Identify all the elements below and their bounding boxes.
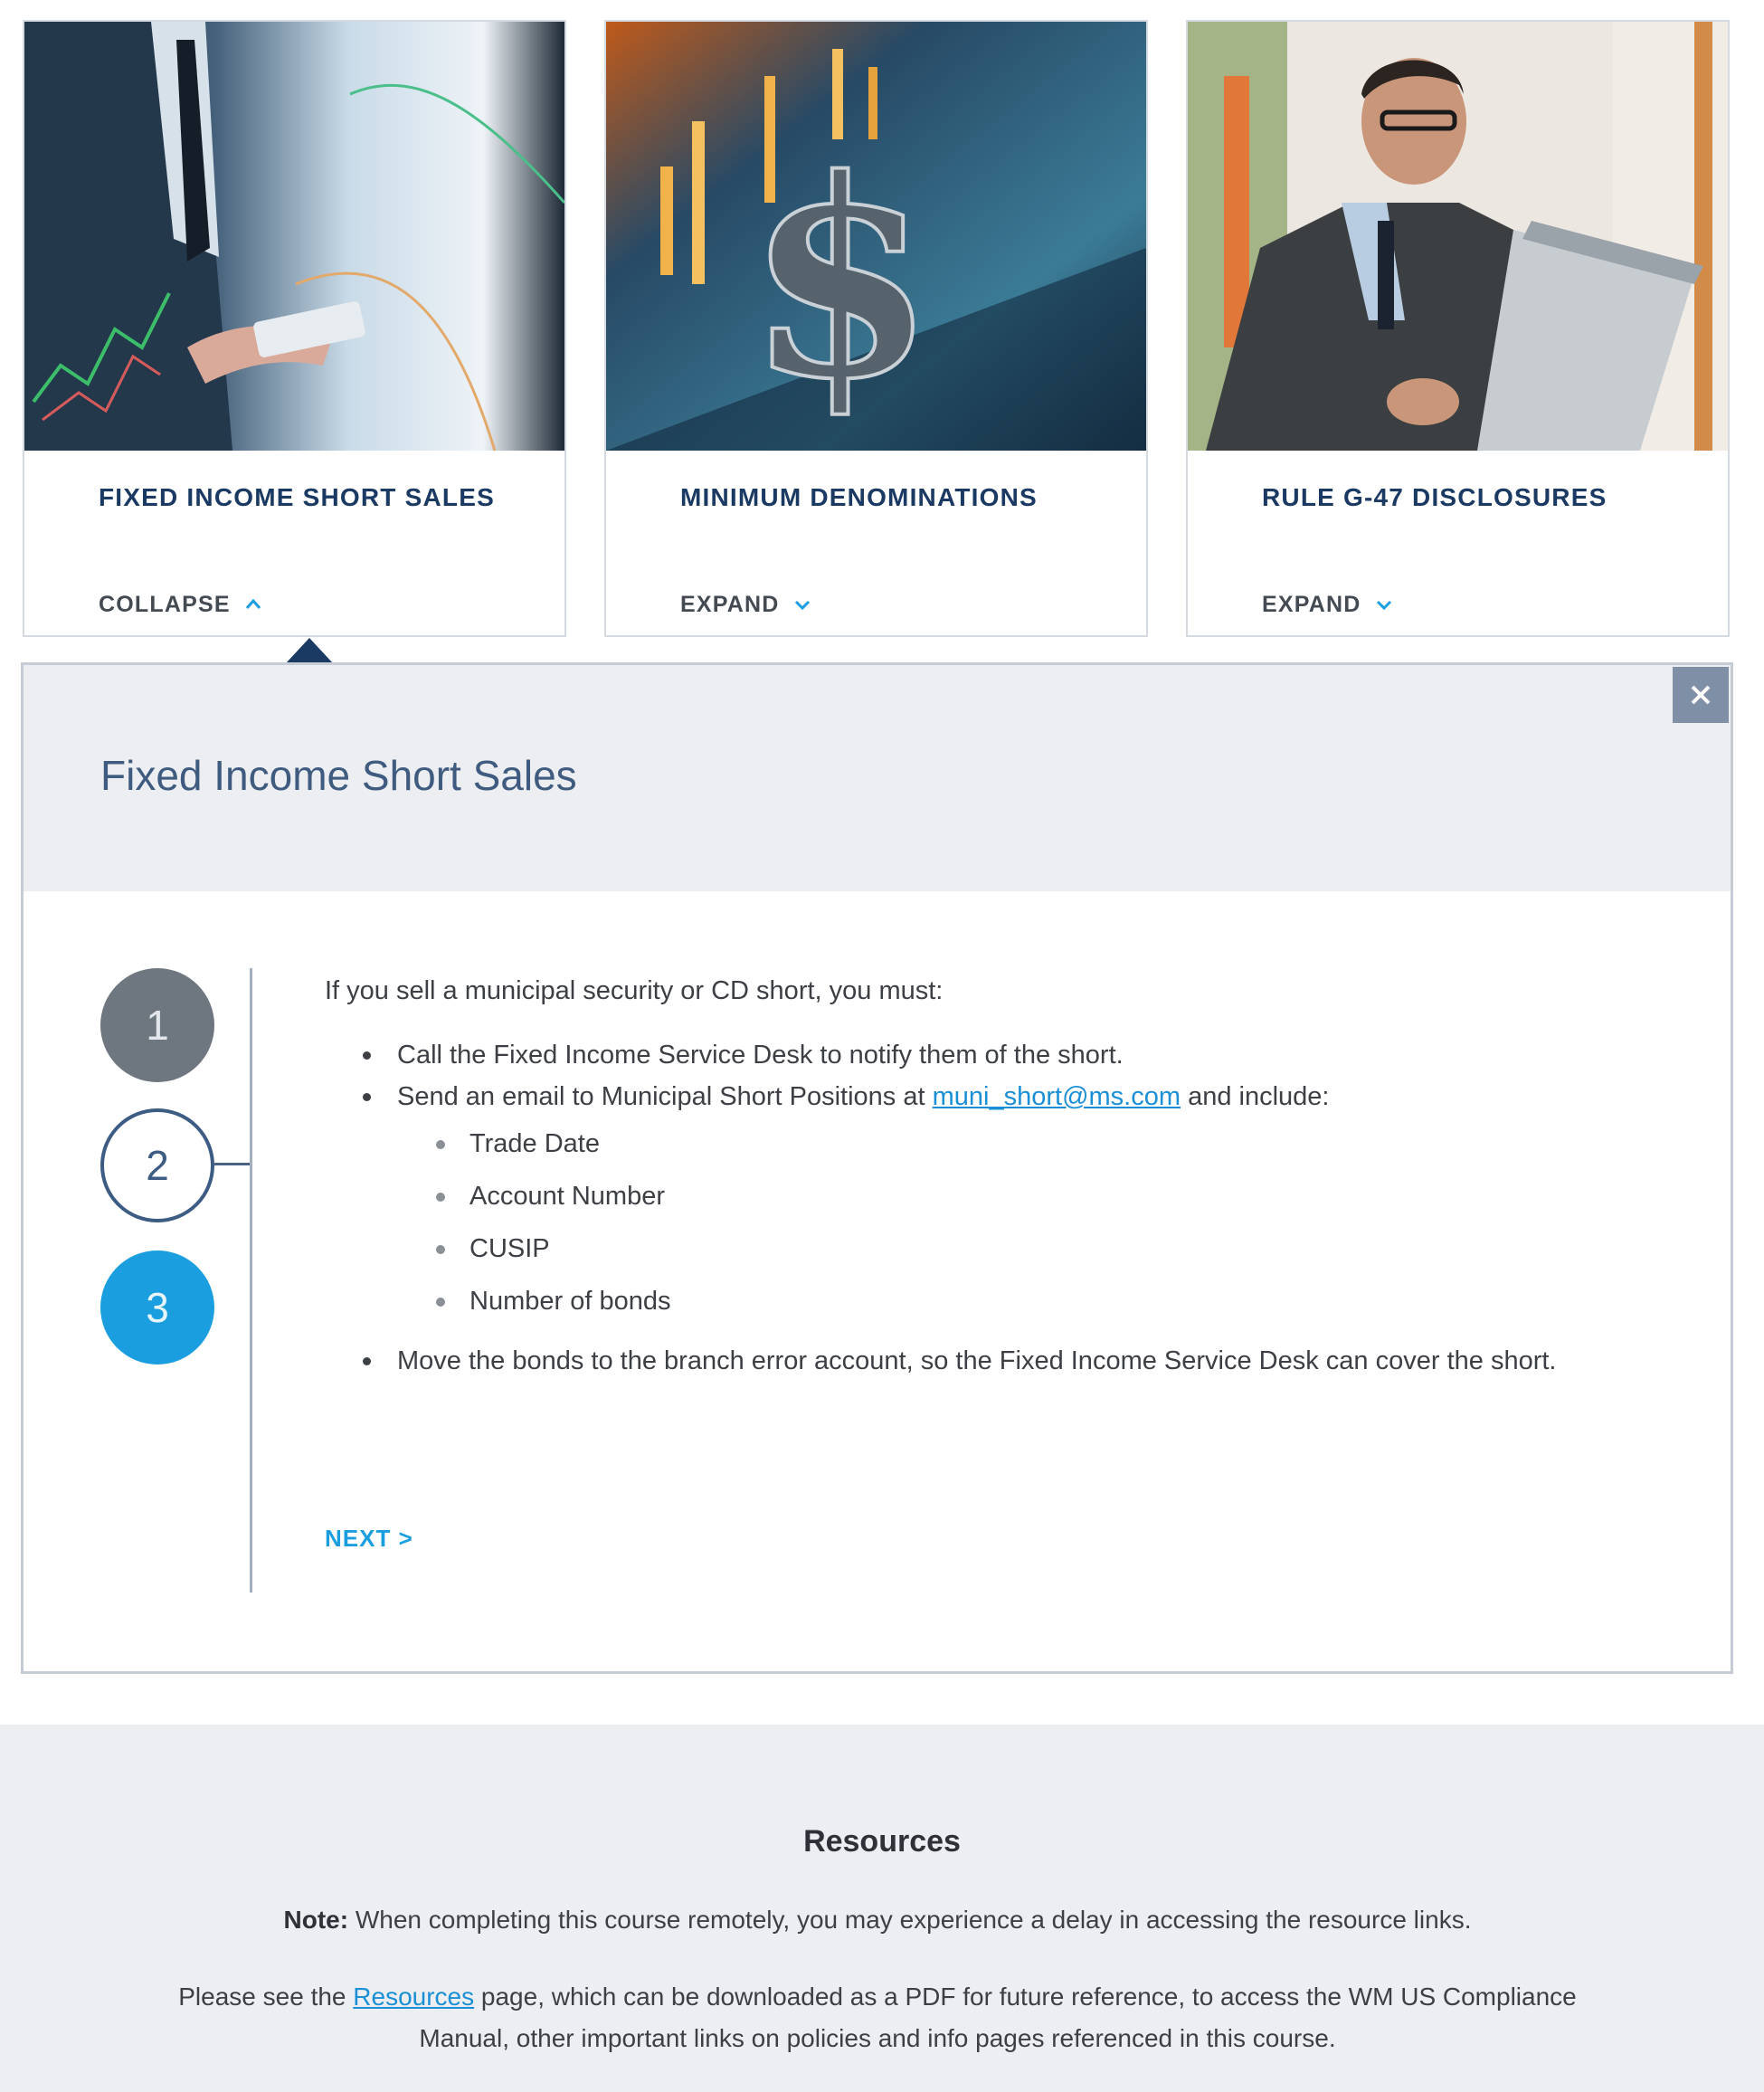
panel-pointer-arrow bbox=[286, 638, 333, 663]
instruction-list: Call the Fixed Income Service Desk to no… bbox=[325, 1034, 1682, 1382]
expand-toggle[interactable]: EXPAND bbox=[1262, 583, 1394, 626]
card-title: FIXED INCOME SHORT SALES bbox=[99, 483, 495, 511]
card-minimum-denominations[interactable]: $ MINIMUM DENOMINATIONS EXPAND bbox=[604, 20, 1148, 637]
email-details-list: Trade Date Account Number CUSIP Number o… bbox=[397, 1117, 1682, 1327]
svg-text:$: $ bbox=[746, 119, 935, 439]
close-icon bbox=[1691, 685, 1711, 705]
card-image-man-at-laptop bbox=[1188, 22, 1728, 451]
topic-cards: FIXED INCOME SHORT SALES COLLAPSE $ MINI… bbox=[23, 20, 1732, 637]
card-rule-g47-disclosures[interactable]: RULE G-47 DISCLOSURES EXPAND bbox=[1186, 20, 1730, 637]
bullet-text: and include: bbox=[1181, 1082, 1330, 1111]
expanded-detail-panel: Fixed Income Short Sales 1 2 3 If you se… bbox=[21, 662, 1733, 1674]
resources-section: Resources Note: When completing this cou… bbox=[0, 1725, 1764, 2092]
step-intro: If you sell a municipal security or CD s… bbox=[325, 976, 944, 1005]
panel-header: Fixed Income Short Sales bbox=[24, 665, 1731, 891]
list-item: Send an email to Municipal Short Positio… bbox=[325, 1076, 1682, 1327]
chevron-up-icon bbox=[245, 598, 261, 609]
active-step-connector bbox=[214, 1163, 251, 1165]
sub-list-item: Trade Date bbox=[397, 1117, 1682, 1170]
bullet-text: Move the bonds to the branch error accou… bbox=[397, 1346, 1557, 1375]
chevron-down-icon bbox=[794, 600, 810, 611]
step-navigator: 1 2 3 bbox=[100, 968, 318, 1620]
card-title: RULE G-47 DISCLOSURES bbox=[1262, 483, 1608, 511]
list-item: Move the bonds to the branch error accou… bbox=[325, 1340, 1682, 1382]
sub-list-item: Account Number bbox=[397, 1170, 1682, 1222]
close-button[interactable] bbox=[1673, 667, 1729, 723]
collapse-toggle[interactable]: COLLAPSE bbox=[99, 583, 263, 626]
toggle-label: EXPAND bbox=[1262, 591, 1361, 617]
resources-link[interactable]: Resources bbox=[353, 1983, 474, 2011]
expand-toggle[interactable]: EXPAND bbox=[680, 583, 812, 626]
resources-paragraph: Please see the Resources page, which can… bbox=[136, 1976, 1619, 2059]
card-image-dollar-sign: $ bbox=[606, 22, 1146, 451]
para-text: page, which can be downloaded as a PDF f… bbox=[419, 1983, 1577, 2052]
chevron-down-icon bbox=[1376, 600, 1391, 611]
bullet-text: Call the Fixed Income Service Desk to no… bbox=[397, 1041, 1124, 1070]
bullet-text: Send an email to Municipal Short Positio… bbox=[397, 1082, 933, 1111]
step-3-button[interactable]: 3 bbox=[100, 1250, 214, 1365]
sub-list-item: Number of bonds bbox=[397, 1275, 1682, 1327]
resources-note: Note: When completing this course remote… bbox=[90, 1906, 1664, 1935]
email-link[interactable]: muni_short@ms.com bbox=[933, 1082, 1181, 1111]
note-label: Note: bbox=[283, 1906, 349, 1934]
para-text: Please see the bbox=[178, 1983, 354, 2011]
card-title: MINIMUM DENOMINATIONS bbox=[680, 483, 1038, 511]
next-button[interactable]: NEXT > bbox=[325, 1525, 413, 1553]
card-image-businessman-phone bbox=[24, 22, 564, 451]
step-divider-line bbox=[250, 968, 252, 1593]
step-2-button-active[interactable]: 2 bbox=[100, 1108, 214, 1222]
panel-title: Fixed Income Short Sales bbox=[100, 752, 577, 799]
toggle-label: EXPAND bbox=[680, 591, 780, 617]
step-content: If you sell a municipal security or CD s… bbox=[325, 968, 1682, 1382]
resources-title: Resources bbox=[803, 1824, 961, 1859]
note-text: When completing this course remotely, yo… bbox=[348, 1906, 1472, 1934]
toggle-label: COLLAPSE bbox=[99, 591, 231, 617]
card-fixed-income-short-sales[interactable]: FIXED INCOME SHORT SALES COLLAPSE bbox=[23, 20, 566, 637]
sub-list-item: CUSIP bbox=[397, 1222, 1682, 1275]
step-1-button[interactable]: 1 bbox=[100, 968, 214, 1082]
list-item: Call the Fixed Income Service Desk to no… bbox=[325, 1034, 1682, 1076]
